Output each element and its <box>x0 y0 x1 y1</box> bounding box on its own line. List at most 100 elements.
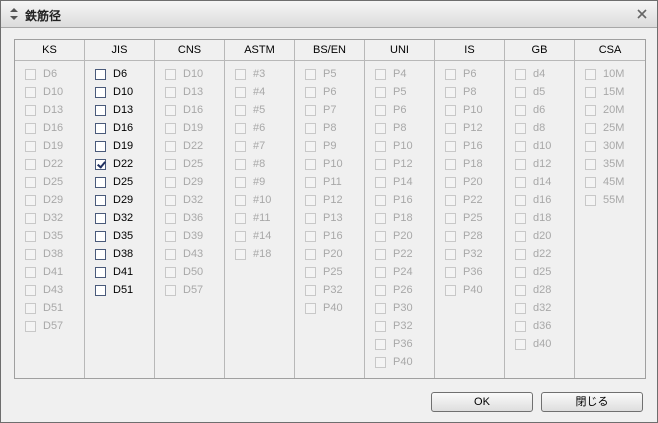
size-checkbox-item[interactable]: D38 <box>85 245 154 263</box>
checkbox[interactable] <box>95 158 106 170</box>
size-label: d20 <box>533 230 552 242</box>
checkbox <box>515 266 526 278</box>
checkbox[interactable] <box>95 194 106 206</box>
size-checkbox-item: #3 <box>225 65 294 83</box>
checkbox[interactable] <box>95 266 106 278</box>
window-title: 鉄筋径 <box>25 9 62 23</box>
checkbox[interactable] <box>95 248 106 260</box>
size-checkbox-item[interactable]: D25 <box>85 173 154 191</box>
checkbox <box>445 248 456 260</box>
size-label: 55M <box>603 194 625 206</box>
size-checkbox-item: d36 <box>505 317 574 335</box>
size-checkbox-item[interactable]: D51 <box>85 281 154 299</box>
size-label: d10 <box>533 140 552 152</box>
size-checkbox-item[interactable]: D13 <box>85 101 154 119</box>
size-label: P20 <box>393 230 413 242</box>
size-checkbox-item: P18 <box>365 209 434 227</box>
title-bar[interactable]: 鉄筋径 <box>1 1 657 28</box>
close-button[interactable]: 閉じる <box>541 392 643 412</box>
size-checkbox-item: D38 <box>15 245 84 263</box>
size-checkbox-item: P25 <box>435 209 504 227</box>
size-label: D19 <box>113 140 134 152</box>
checkbox[interactable] <box>95 212 106 224</box>
size-checkbox-item[interactable]: D29 <box>85 191 154 209</box>
close-icon[interactable] <box>635 7 649 21</box>
size-checkbox-item[interactable]: D32 <box>85 209 154 227</box>
checkbox <box>445 266 456 278</box>
size-label: P32 <box>323 284 343 296</box>
size-checkbox-item[interactable]: D10 <box>85 83 154 101</box>
size-label: P24 <box>393 266 413 278</box>
checkbox[interactable] <box>95 230 106 242</box>
checkbox <box>235 68 246 80</box>
size-checkbox-item: D25 <box>155 155 224 173</box>
size-checkbox-item[interactable]: D6 <box>85 65 154 83</box>
size-label: D22 <box>183 140 204 152</box>
size-checkbox-item[interactable]: D41 <box>85 263 154 281</box>
size-checkbox-item: D29 <box>155 173 224 191</box>
size-label: d5 <box>533 86 546 98</box>
size-checkbox-item: D13 <box>15 101 84 119</box>
size-checkbox-item: P22 <box>435 191 504 209</box>
size-checkbox-item: P20 <box>365 227 434 245</box>
size-checkbox-item[interactable]: D16 <box>85 119 154 137</box>
header-divider <box>225 60 294 61</box>
checkbox[interactable] <box>95 176 106 188</box>
size-checkbox-item[interactable]: D35 <box>85 227 154 245</box>
checkbox[interactable] <box>95 86 106 98</box>
size-checkbox-item: D57 <box>15 317 84 335</box>
size-checkbox-item[interactable]: D22 <box>85 155 154 173</box>
size-label: d22 <box>533 248 552 260</box>
size-label: d28 <box>533 284 552 296</box>
column-header: JIS <box>111 44 128 56</box>
checkbox <box>235 176 246 188</box>
checkbox <box>165 194 176 206</box>
size-label: P32 <box>463 248 483 260</box>
size-checkbox-item: P12 <box>435 119 504 137</box>
checkbox <box>305 302 316 314</box>
ok-button[interactable]: OK <box>431 392 533 412</box>
size-checkbox-item: d5 <box>505 83 574 101</box>
size-label: P9 <box>323 140 337 152</box>
size-label: d25 <box>533 266 552 278</box>
size-checkbox-item: d16 <box>505 191 574 209</box>
size-checkbox-item: P24 <box>365 263 434 281</box>
checkbox[interactable] <box>95 68 106 80</box>
size-checkbox-item: 20M <box>575 101 645 119</box>
size-checkbox-item: P5 <box>295 65 364 83</box>
size-checkbox-item: d32 <box>505 299 574 317</box>
checkbox <box>25 194 36 206</box>
size-checkbox-item[interactable]: D19 <box>85 137 154 155</box>
size-label: #3 <box>253 68 266 80</box>
checkbox <box>375 320 386 332</box>
size-checkbox-item: P22 <box>365 245 434 263</box>
checkbox <box>375 266 386 278</box>
size-checkbox-item: d20 <box>505 227 574 245</box>
size-label: P11 <box>323 176 342 188</box>
checkbox <box>445 86 456 98</box>
checkbox <box>305 212 316 224</box>
size-label: #8 <box>253 158 266 170</box>
size-checkbox-item: P10 <box>295 155 364 173</box>
size-label: D6 <box>113 68 128 80</box>
size-checkbox-item: D13 <box>155 83 224 101</box>
checkbox <box>515 86 526 98</box>
size-checkbox-item: 25M <box>575 119 645 137</box>
checkbox[interactable] <box>95 284 106 296</box>
checkbox[interactable] <box>95 104 106 116</box>
column-is: IS P6 P8 P10 P12 P16 P18 P20 P22 P25 P28 P32 P36 P40 <box>435 40 505 378</box>
size-label: P26 <box>393 284 413 296</box>
checkbox <box>25 320 36 332</box>
size-checkbox-item: P36 <box>365 335 434 353</box>
checkbox[interactable] <box>95 140 106 152</box>
checkbox[interactable] <box>95 122 106 134</box>
size-label: D41 <box>43 266 64 278</box>
size-label: P5 <box>323 68 337 80</box>
checkbox <box>235 248 246 260</box>
size-label: P25 <box>463 212 483 224</box>
checkbox <box>25 284 36 296</box>
checkbox <box>305 158 316 170</box>
checkbox <box>585 86 596 98</box>
checkbox <box>165 176 176 188</box>
size-label: P16 <box>393 194 413 206</box>
